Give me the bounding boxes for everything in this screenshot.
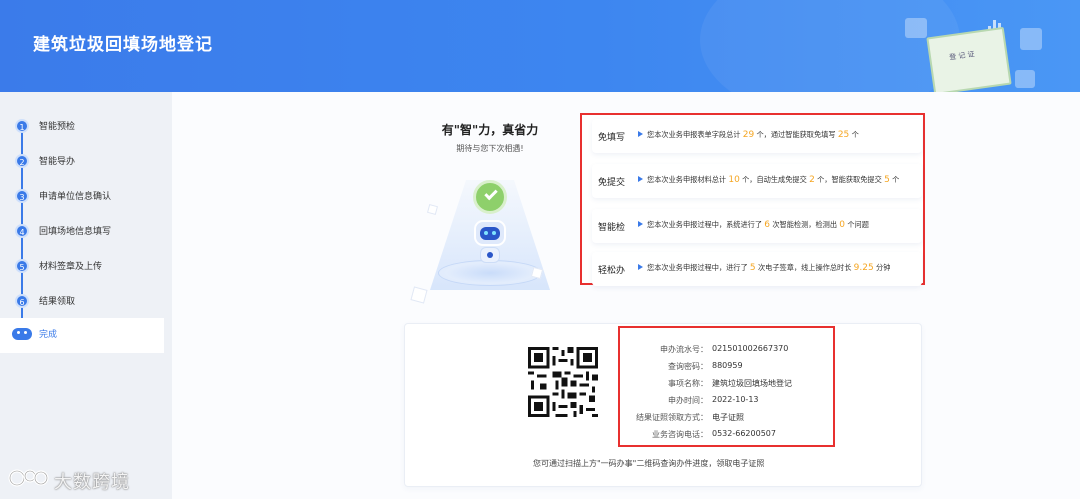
stat-row: 免提交 您本次业务申报材料总计 10 个，自动生成免提交 2 个，智能获取免提交…	[592, 164, 922, 198]
header-tile	[1015, 70, 1035, 88]
step-item[interactable]: 6 结果领取	[0, 285, 164, 320]
step-number: 2	[15, 154, 29, 168]
robot-illustration	[410, 160, 570, 304]
info-value: 电子证照	[712, 413, 744, 422]
step-number: 5	[15, 259, 29, 273]
stat-desc: 您本次业务申报过程中，系统进行了 6 次智能检测，检测出 0 个问题	[647, 220, 869, 230]
step-item[interactable]: 1 智能预检	[0, 110, 164, 145]
result-info: 申办流水号： 021501002667370 查询密码： 880959 事项名称…	[618, 326, 835, 447]
stat-name: 免填写	[598, 133, 626, 143]
watermark-text: 大数跨境	[54, 472, 130, 493]
arrow-right-icon	[638, 131, 643, 137]
step-label: 回填场地信息填写	[39, 227, 112, 237]
slogan-title: 有"智"力，真省力	[441, 123, 539, 137]
step-number: 3	[15, 189, 29, 203]
info-value: 2022-10-13	[712, 395, 759, 404]
step-number: 6	[15, 294, 29, 308]
qr-hint: 您可通过扫描上方"一码办事"二维码查询办件进度，领取电子证照	[533, 459, 765, 468]
robot-icon	[12, 328, 32, 340]
arrow-right-icon	[638, 221, 643, 227]
watermark-logo-icon	[8, 469, 49, 487]
info-row: 查询密码： 880959	[620, 361, 833, 373]
page-title: 建筑垃圾回填场地登记	[33, 35, 213, 55]
step-item[interactable]: 3 申请单位信息确认	[0, 180, 164, 215]
step-label: 结果领取	[39, 297, 76, 307]
robot-head	[474, 220, 506, 246]
info-value: 0532-66200507	[712, 429, 776, 438]
info-value: 880959	[712, 361, 743, 370]
info-row: 结果证照领取方式： 电子证照	[620, 412, 833, 424]
step-label: 申请单位信息确认	[39, 192, 112, 202]
robot-body	[480, 247, 500, 263]
info-row: 业务咨询电话： 0532-66200507	[620, 429, 833, 441]
stat-row: 免填写 您本次业务申报表单字段总计 29 个，通过智能获取免填写 25 个	[592, 119, 922, 153]
info-row: 申办流水号： 021501002667370	[620, 344, 833, 356]
cube-decoration	[426, 203, 439, 216]
info-value: 021501002667370	[712, 344, 789, 353]
step-label: 材料签章及上传	[39, 262, 103, 272]
step-label: 智能预检	[39, 122, 76, 132]
info-row: 事项名称： 建筑垃圾回填场地登记	[620, 378, 833, 390]
header-tile	[1020, 28, 1042, 50]
stat-name: 智能检	[598, 223, 626, 233]
info-label: 查询密码：	[668, 362, 708, 371]
info-label: 业务咨询电话：	[652, 430, 708, 439]
arrow-right-icon	[638, 176, 643, 182]
stat-row: 智能检 您本次业务申报过程中，系统进行了 6 次智能检测，检测出 0 个问题	[592, 209, 922, 243]
step-label: 完成	[39, 330, 58, 340]
robot-platform	[438, 260, 542, 286]
header-tile	[905, 18, 927, 38]
stat-desc: 您本次业务申报表单字段总计 29 个，通过智能获取免填写 25 个	[647, 130, 859, 140]
arrow-right-icon	[638, 264, 643, 270]
stat-desc: 您本次业务申报过程中，进行了 5 次电子签章，线上操作总时长 9.25 分钟	[647, 263, 891, 273]
stats-panel: 免填写 您本次业务申报表单字段总计 29 个，通过智能获取免填写 25 个 免提…	[580, 113, 925, 286]
step-item[interactable]: 5 材料签章及上传	[0, 250, 164, 285]
step-item[interactable]: 4 回填场地信息填写	[0, 215, 164, 250]
step-item-complete[interactable]: 完成	[0, 318, 164, 353]
stat-desc: 您本次业务申报材料总计 10 个，自动生成免提交 2 个，智能获取免提交 5 个	[647, 175, 900, 185]
step-label: 智能导办	[39, 157, 76, 167]
stat-row: 轻松办 您本次业务申报过程中，进行了 5 次电子签章，线上操作总时长 9.25 …	[592, 252, 922, 286]
step-number: 1	[15, 119, 29, 133]
watermark: 大数跨境	[8, 466, 148, 494]
step-number: 4	[15, 224, 29, 238]
stat-name: 轻松办	[598, 266, 626, 276]
qr-code[interactable]	[525, 344, 601, 420]
certificate-illustration: 登 记 证	[926, 26, 1012, 92]
info-label: 结果证照领取方式：	[636, 413, 708, 422]
info-value: 建筑垃圾回填场地登记	[712, 379, 792, 388]
page-header: 登 记 证 建筑垃圾回填场地登记	[0, 0, 1080, 92]
sidebar-steps: 1 智能预检 2 智能导办 3 申请单位信息确认 4 回填场地信息填写 5 材料…	[0, 92, 172, 499]
info-label: 申办流水号：	[660, 345, 708, 354]
info-row: 申办时间： 2022-10-13	[620, 395, 833, 407]
header-decoration	[700, 0, 960, 92]
info-label: 事项名称：	[668, 379, 708, 388]
slogan: 有"智"力，真省力 期待与您下次相遇!	[430, 121, 550, 154]
slogan-subtitle: 期待与您下次相遇!	[456, 144, 524, 153]
check-icon	[473, 180, 507, 214]
step-item[interactable]: 2 智能导办	[0, 145, 164, 180]
info-label: 申办时间：	[668, 396, 708, 405]
stat-name: 免提交	[598, 178, 626, 188]
